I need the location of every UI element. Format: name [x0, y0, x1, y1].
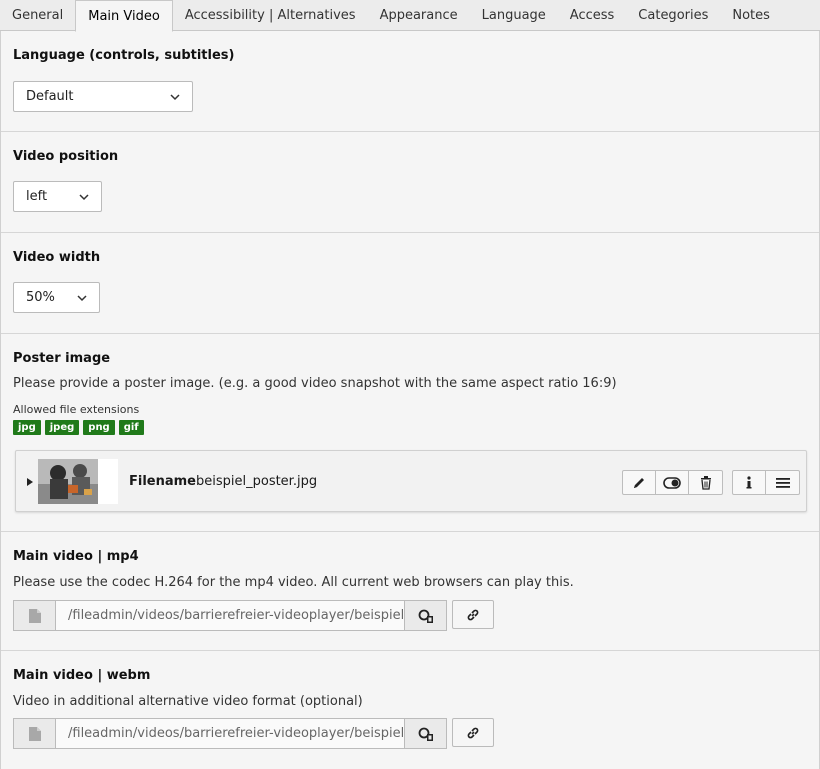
- poster-image-description: Please provide a poster image. (e.g. a g…: [13, 376, 617, 391]
- video-width-section: Video width 50%: [1, 233, 819, 334]
- info-icon: [746, 475, 752, 488]
- expand-caret-icon[interactable]: [27, 478, 33, 486]
- mp4-label: Main video | mp4: [13, 549, 139, 564]
- main-video-panel: Language (controls, subtitles) Default V…: [0, 31, 820, 769]
- extension-badge-jpg: jpg: [13, 420, 41, 435]
- video-position-section: Video position left: [1, 132, 819, 233]
- video-position-value: left: [26, 189, 48, 204]
- trash-icon: [700, 475, 711, 490]
- extension-badge-png: png: [83, 420, 115, 435]
- tab-general[interactable]: General: [0, 0, 75, 31]
- mp4-path-input[interactable]: /fileadmin/videos/barrierefreier-videopl…: [55, 600, 405, 631]
- main-video-mp4-section: Main video | mp4 Please use the codec H.…: [1, 532, 819, 651]
- extension-badges: jpg jpeg png gif: [13, 420, 144, 435]
- toggle-icon: [663, 476, 681, 489]
- tab-language[interactable]: Language: [470, 0, 558, 31]
- tab-bar: General Main Video Accessibility | Alter…: [0, 0, 820, 32]
- video-width-select[interactable]: 50%: [13, 282, 100, 313]
- webm-description: Video in additional alternative video fo…: [13, 694, 363, 709]
- delete-button[interactable]: [689, 471, 722, 494]
- language-select[interactable]: Default: [13, 81, 193, 112]
- browse-files-icon: [418, 727, 433, 741]
- mp4-file-row: /fileadmin/videos/barrierefreier-videopl…: [13, 600, 447, 631]
- language-select-value: Default: [26, 89, 74, 104]
- extension-badge-jpeg: jpeg: [44, 420, 80, 435]
- mp4-link-button[interactable]: [452, 600, 494, 629]
- mp4-description: Please use the codec H.264 for the mp4 v…: [13, 575, 574, 590]
- tab-main-video[interactable]: Main Video: [75, 0, 173, 32]
- webm-label: Main video | webm: [13, 668, 151, 683]
- link-icon: [467, 609, 479, 620]
- edit-button[interactable]: [623, 471, 656, 494]
- video-width-label: Video width: [13, 250, 101, 265]
- language-section: Language (controls, subtitles) Default: [1, 31, 819, 132]
- allowed-extensions-label: Allowed file extensions: [13, 403, 140, 416]
- webm-path-input[interactable]: /fileadmin/videos/barrierefreier-videopl…: [55, 718, 405, 749]
- pencil-icon: [634, 477, 644, 488]
- link-icon: [467, 727, 479, 738]
- main-video-webm-section: Main video | webm Video in additional al…: [1, 651, 819, 769]
- language-label: Language (controls, subtitles): [13, 48, 235, 63]
- file-icon: [28, 608, 41, 623]
- mp4-browse-button[interactable]: [405, 600, 447, 631]
- filename-value: beispiel_poster.jpg: [196, 474, 318, 489]
- chevron-down-icon: [79, 194, 89, 201]
- file-type-icon-box: [13, 718, 55, 749]
- hamburger-icon: [775, 477, 790, 488]
- poster-image-section: Poster image Please provide a poster ima…: [1, 334, 819, 532]
- webm-file-row: /fileadmin/videos/barrierefreier-videopl…: [13, 718, 447, 749]
- chevron-down-icon: [170, 94, 180, 101]
- filename-label: Filename: [129, 474, 196, 489]
- file-type-icon-box: [13, 600, 55, 631]
- webm-browse-button[interactable]: [405, 718, 447, 749]
- tab-notes[interactable]: Notes: [720, 0, 782, 31]
- poster-file-reference: Filename beispiel_poster.jpg: [15, 450, 807, 512]
- tab-categories[interactable]: Categories: [626, 0, 720, 31]
- tab-appearance[interactable]: Appearance: [368, 0, 470, 31]
- browse-files-icon: [418, 609, 433, 623]
- drag-handle-button[interactable]: [766, 471, 799, 494]
- file-icon: [28, 726, 41, 741]
- poster-image-label: Poster image: [13, 351, 111, 366]
- video-position-label: Video position: [13, 149, 119, 164]
- file-info-group: [732, 470, 800, 495]
- toggle-visibility-button[interactable]: [656, 471, 689, 494]
- tab-accessibility-alternatives[interactable]: Accessibility | Alternatives: [173, 0, 368, 31]
- video-position-select[interactable]: left: [13, 181, 102, 212]
- webm-link-button[interactable]: [452, 718, 494, 747]
- chevron-down-icon: [77, 295, 87, 302]
- tab-access[interactable]: Access: [558, 0, 627, 31]
- extension-badge-gif: gif: [118, 420, 144, 435]
- poster-thumbnail[interactable]: [38, 459, 118, 504]
- info-button[interactable]: [733, 471, 766, 494]
- video-width-value: 50%: [26, 290, 55, 305]
- file-actions-group: [622, 470, 723, 495]
